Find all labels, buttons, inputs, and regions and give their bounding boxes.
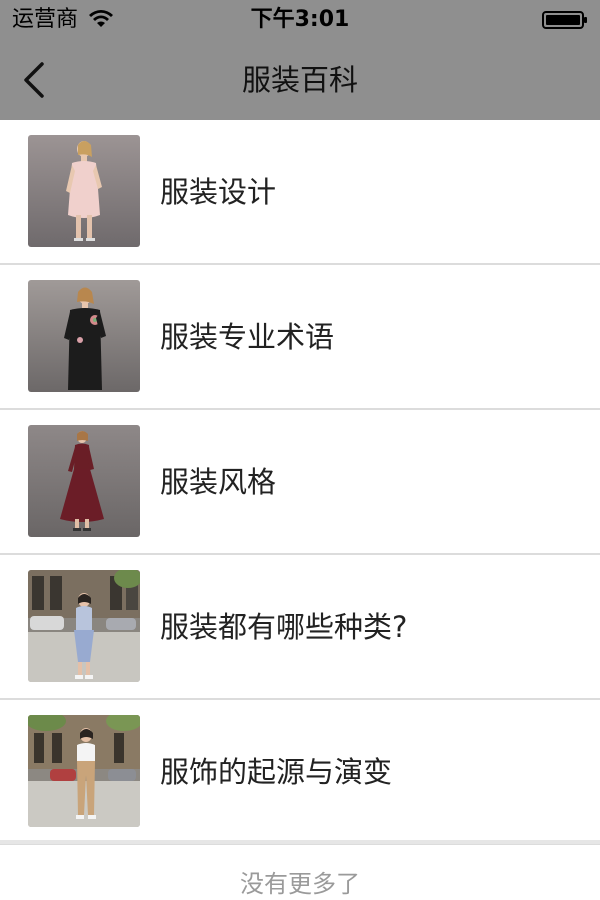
list-item[interactable]: 服饰的起源与演变 — [0, 700, 600, 845]
list-item-label: 服装风格 — [160, 465, 277, 499]
encyclopedia-list: 服装设计 服装专业术语 服装风格 服装都有哪些种类? 服饰的起源与演变 — [0, 120, 600, 845]
nav-bar: 服装百科 — [0, 40, 600, 120]
status-time: 下午3:01 — [250, 7, 350, 32]
status-bar: 运营商 下午3:01 — [0, 0, 600, 40]
model-on-street-in-blue-skirt-photo — [28, 570, 140, 682]
list-item[interactable]: 服装都有哪些种类? — [0, 555, 600, 700]
battery-icon — [542, 11, 587, 29]
list-item[interactable]: 服装专业术语 — [0, 265, 600, 410]
model-in-pink-dress-photo — [28, 135, 140, 247]
list-item-label: 服装专业术语 — [160, 320, 335, 354]
page-title: 服装百科 — [241, 63, 358, 97]
list-item-label: 服装都有哪些种类? — [160, 610, 408, 644]
model-on-street-in-khaki-pants-photo — [28, 715, 140, 827]
no-more-text: 没有更多了 — [240, 870, 360, 898]
model-in-burgundy-long-dress-photo — [28, 425, 140, 537]
footer-divider — [0, 840, 600, 844]
list-item[interactable]: 服装设计 — [0, 120, 600, 265]
model-in-black-dress-photo — [28, 280, 140, 392]
list-item-label: 服饰的起源与演变 — [160, 755, 393, 789]
screen: 运营商 下午3:01 服装百科 服装设计 服装专业术语 服装风格 服装都有哪些种… — [0, 0, 600, 900]
list-item-label: 服装设计 — [160, 175, 277, 209]
list-item[interactable]: 服装风格 — [0, 410, 600, 555]
